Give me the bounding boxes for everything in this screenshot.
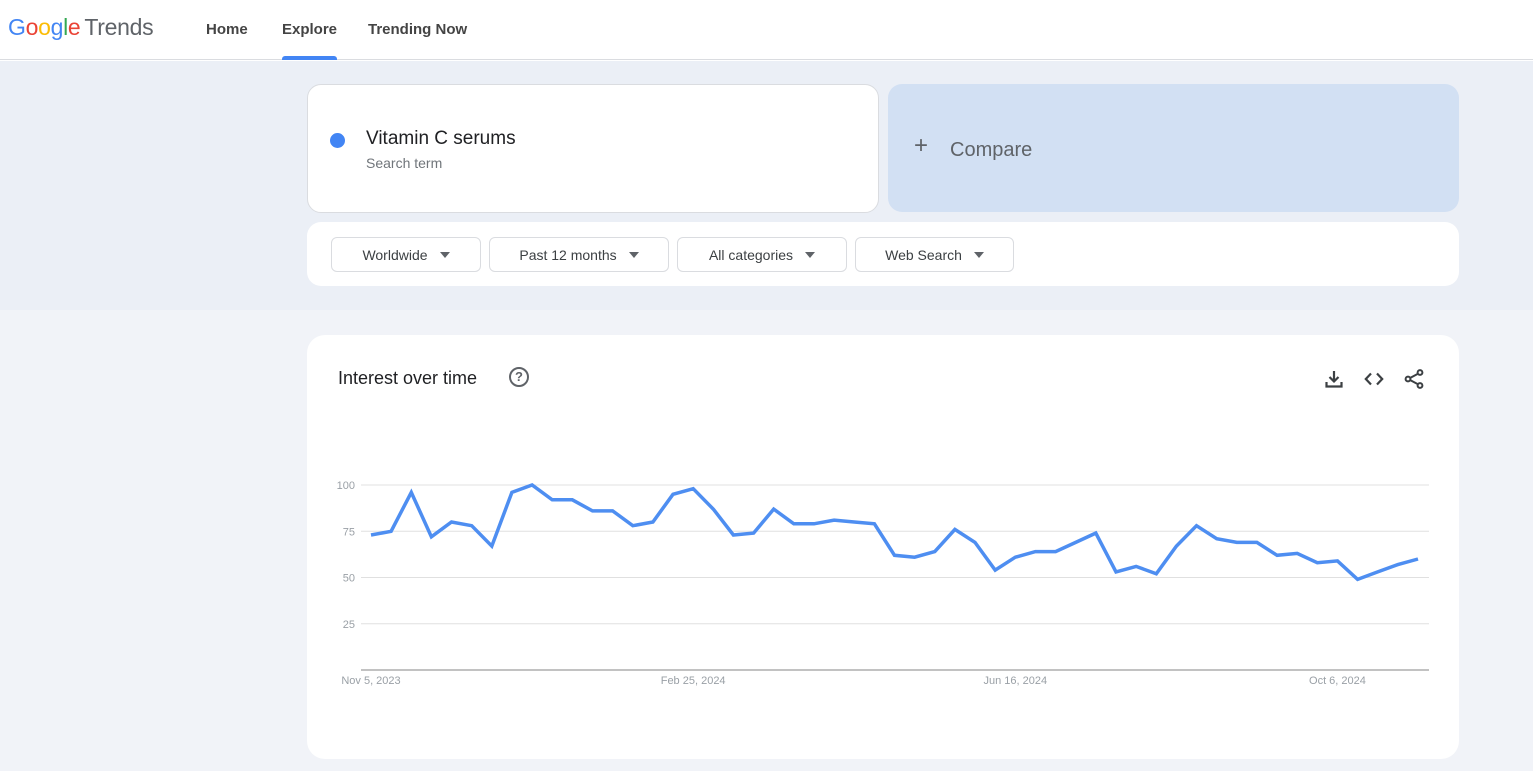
nav-trending-now[interactable]: Trending Now — [368, 0, 467, 60]
nav-explore[interactable]: Explore — [282, 0, 338, 60]
search-type-dropdown[interactable]: Web Search — [855, 237, 1014, 272]
time-range-dropdown-label: Past 12 months — [519, 246, 617, 263]
gridlines — [361, 484, 1429, 671]
line-chart: 25 50 75 100 Nov 5, 2023 Feb 25, 2024 Jun 16,… — [337, 480, 1429, 687]
caret-down-icon — [628, 251, 639, 258]
region-dropdown-label: Worldwide — [362, 246, 428, 263]
caret-down-icon — [439, 251, 450, 258]
logo-product: Trends — [84, 14, 154, 40]
y-tick-label: 25 — [343, 619, 355, 631]
compare-button[interactable]: + Compare — [888, 84, 1459, 212]
search-term-name[interactable]: Vitamin C serums — [366, 128, 516, 150]
time-range-dropdown[interactable]: Past 12 months — [489, 237, 669, 272]
y-tick-label: 50 — [343, 573, 355, 585]
search-term-card[interactable]: Vitamin C serums Search term — [307, 84, 879, 213]
x-tick-label: Feb 25, 2024 — [661, 675, 726, 687]
caret-down-icon — [805, 251, 816, 258]
region-dropdown[interactable]: Worldwide — [331, 237, 481, 272]
y-axis-ticks: 25 50 75 100 — [337, 480, 355, 631]
caret-down-icon — [973, 251, 984, 258]
y-tick-label: 75 — [343, 526, 355, 538]
compare-label: Compare — [950, 139, 1033, 161]
filter-bar: Worldwide Past 12 months All categories … — [307, 222, 1459, 286]
search-term-type: Search term — [366, 155, 443, 171]
category-dropdown-label: All categories — [708, 246, 794, 263]
x-axis-ticks: Nov 5, 2023 Feb 25, 2024 Jun 16, 2024 Oct 6… — [341, 675, 1366, 687]
x-tick-label: Nov 5, 2023 — [341, 675, 400, 687]
google-trends-logo[interactable]: Google Trends — [8, 14, 154, 41]
series-line — [370, 483, 1419, 582]
series-layer — [370, 483, 1419, 582]
top-app-bar: Google Trends Home Explore Trending Now — [0, 0, 1533, 60]
term-color-dot — [330, 133, 345, 148]
y-tick-label: 100 — [337, 480, 355, 492]
nav-home[interactable]: Home — [206, 0, 248, 60]
interest-over-time-card: Interest over time ? 25 50 75 100 Nov 5, 20… — [307, 335, 1459, 759]
x-tick-label: Oct 6, 2024 — [1309, 675, 1366, 687]
plus-icon: + — [914, 132, 929, 159]
logo-google: Google — [8, 14, 81, 40]
x-tick-label: Jun 16, 2024 — [983, 675, 1047, 687]
category-dropdown[interactable]: All categories — [677, 237, 847, 272]
search-type-dropdown-label: Web Search — [885, 246, 962, 263]
